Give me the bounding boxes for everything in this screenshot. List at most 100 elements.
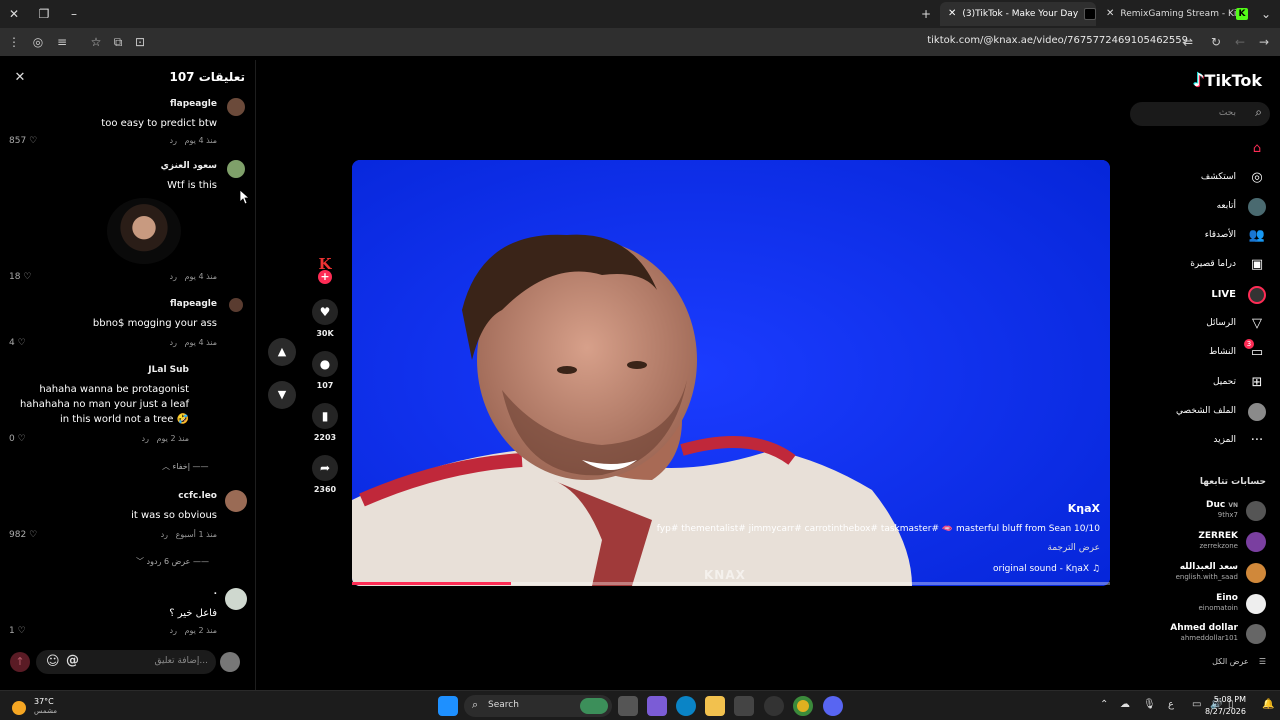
tab-kick[interactable]: ✕ RemixGaming Stream - Kick Da bbox=[1098, 2, 1250, 26]
microphone-icon[interactable]: 🎙 bbox=[1143, 699, 1156, 710]
sidebar-item-activity[interactable]: ▭ 3 النشاط bbox=[1146, 339, 1266, 363]
tray-chevron-icon[interactable]: ⌃ bbox=[1100, 699, 1108, 710]
copilot-icon[interactable] bbox=[647, 696, 667, 716]
sidebar-item-messages[interactable]: ▽ الرسائل bbox=[1146, 314, 1266, 334]
site-settings-icon[interactable]: ⇌ bbox=[1180, 34, 1196, 50]
hide-replies-button[interactable]: ︿ إخفاء —— bbox=[162, 461, 209, 472]
extensions-icon[interactable]: ◎ bbox=[30, 34, 46, 50]
video-sound-link[interactable]: original sound - KηaX ♫ bbox=[993, 564, 1100, 574]
following-account[interactable]: Duc VN 9thx7 bbox=[1126, 499, 1266, 523]
reply-link[interactable]: رد bbox=[142, 434, 149, 443]
back-icon[interactable]: → bbox=[1256, 34, 1272, 50]
store-icon[interactable] bbox=[734, 696, 754, 716]
menu-dots-icon[interactable]: ⋮ bbox=[6, 34, 22, 50]
network-icon[interactable]: ▭ bbox=[1192, 699, 1201, 710]
tiktok-logo[interactable]: ♪TikTok bbox=[1189, 70, 1262, 91]
video-player[interactable]: KηaX fyp# thementalist# jimmycarr# carro… bbox=[352, 160, 1110, 586]
following-account[interactable]: Ahmed dollar ahmeddollar101 bbox=[1126, 622, 1266, 646]
comment-input[interactable]: ☺ @ إضافة تعليق... bbox=[36, 650, 216, 674]
following-account[interactable]: Eino einomatoin bbox=[1126, 592, 1266, 616]
see-all-following-link[interactable]: عرض الكل ☰ bbox=[1212, 657, 1266, 666]
reply-link[interactable]: رد bbox=[170, 338, 177, 347]
tab-list-chevron-icon[interactable]: ⌄ bbox=[1258, 6, 1274, 22]
avatar[interactable] bbox=[227, 98, 245, 116]
input-language[interactable]: ع bbox=[1168, 699, 1174, 710]
window-minimize-icon[interactable]: – bbox=[66, 6, 82, 22]
video-progress-bar[interactable] bbox=[352, 582, 1110, 585]
search-input[interactable]: بحث ⌕ bbox=[1130, 102, 1270, 126]
video-author-handle[interactable]: KηaX bbox=[1068, 502, 1100, 515]
share-page-icon[interactable]: ⊡ bbox=[132, 34, 148, 50]
notification-bell-icon[interactable]: 🔔 bbox=[1262, 699, 1274, 710]
sidebar-item-upload[interactable]: ⊞ تحميل bbox=[1146, 373, 1266, 393]
comment-author[interactable]: سعود العنزي bbox=[161, 161, 217, 171]
file-explorer-icon[interactable] bbox=[705, 696, 725, 716]
comment-author[interactable]: ccfc.leo bbox=[178, 491, 217, 501]
new-tab-icon[interactable]: + bbox=[918, 6, 934, 22]
comment-like-button[interactable]: 1 ♡ bbox=[9, 626, 26, 636]
mention-button[interactable]: @ bbox=[66, 653, 79, 668]
comment-like-button[interactable]: 857 ♡ bbox=[9, 136, 37, 146]
creator-avatar[interactable]: K + bbox=[313, 252, 337, 284]
reply-link[interactable]: رد bbox=[170, 626, 177, 635]
system-clock[interactable]: 5:08 PM 8/27/2026 bbox=[1205, 694, 1246, 718]
share-button[interactable]: ➦ 2360 bbox=[312, 455, 338, 494]
tab-close-icon[interactable]: ✕ bbox=[948, 8, 956, 19]
comment-like-button[interactable]: 982 ♡ bbox=[9, 530, 37, 540]
sidebar-item-home[interactable]: ⌂ bbox=[1146, 139, 1266, 159]
save-button[interactable]: ▮ 2203 bbox=[312, 403, 338, 442]
comment-like-button[interactable]: 18 ♡ bbox=[9, 272, 31, 282]
window-close-icon[interactable]: ✕ bbox=[6, 6, 22, 22]
sidebar-item-short-drama[interactable]: ▣ دراما قصيرة bbox=[1146, 255, 1266, 275]
avatar[interactable] bbox=[225, 490, 247, 512]
comment-like-button[interactable]: 4 ♡ bbox=[9, 338, 26, 348]
previous-video-button[interactable]: ▲ bbox=[268, 338, 296, 366]
sidebar-item-profile[interactable]: الملف الشخصي bbox=[1146, 402, 1266, 422]
comments-button[interactable]: ● 107 bbox=[312, 351, 338, 390]
edge-icon[interactable] bbox=[676, 696, 696, 716]
close-comments-icon[interactable]: ✕ bbox=[12, 70, 28, 86]
bookmark-star-icon[interactable]: ☆ bbox=[88, 34, 104, 50]
sidebar-item-explore[interactable]: ◎ استكشف bbox=[1146, 168, 1266, 188]
avatar[interactable] bbox=[227, 160, 245, 178]
following-account[interactable]: ZERREK zerrekzone bbox=[1126, 530, 1266, 554]
reply-link[interactable]: رد bbox=[170, 136, 177, 145]
start-windows-icon[interactable] bbox=[438, 696, 458, 716]
sidebar-item-live[interactable]: LIVE bbox=[1146, 285, 1266, 305]
discord-icon[interactable] bbox=[823, 696, 843, 716]
chrome-icon[interactable] bbox=[793, 696, 813, 716]
sidebar-item-more[interactable]: ··· المزيد bbox=[1146, 431, 1266, 451]
like-button[interactable]: ♥ 30K bbox=[312, 299, 338, 338]
task-view-icon[interactable] bbox=[618, 696, 638, 716]
following-account[interactable]: سعد العبدالله english.with_saad bbox=[1126, 561, 1266, 585]
avatar[interactable] bbox=[229, 298, 243, 312]
comment-author[interactable]: flapeagle bbox=[170, 99, 217, 109]
forward-icon[interactable]: ← bbox=[1232, 34, 1248, 50]
tab-close-icon[interactable]: ✕ bbox=[1106, 8, 1114, 19]
tab-tiktok[interactable]: ✕ (3)TikTok - Make Your Day bbox=[940, 2, 1096, 26]
install-app-icon[interactable]: ⧉ bbox=[110, 34, 126, 50]
sidebar-item-following[interactable]: أتابعه bbox=[1146, 197, 1266, 217]
reply-link[interactable]: رد bbox=[161, 530, 168, 539]
send-comment-button[interactable]: ↑ bbox=[10, 652, 30, 672]
reading-list-icon[interactable]: ≡ bbox=[54, 34, 70, 50]
emoji-icon[interactable]: ☺ bbox=[46, 654, 60, 669]
comment-author[interactable]: flapeagle bbox=[170, 299, 217, 309]
home-icon: ⌂ bbox=[1252, 141, 1262, 156]
follow-plus-icon[interactable]: + bbox=[318, 270, 332, 284]
reply-link[interactable]: رد bbox=[170, 272, 177, 281]
comment-author[interactable]: . bbox=[214, 587, 217, 597]
onedrive-icon[interactable]: ☁ bbox=[1120, 699, 1130, 710]
avatar[interactable] bbox=[225, 588, 247, 610]
sidebar-item-friends[interactable]: 👥 الأصدقاء bbox=[1146, 226, 1266, 246]
window-restore-icon[interactable]: ❐ bbox=[36, 6, 52, 22]
see-translation-link[interactable]: عرض الترجمة bbox=[1047, 543, 1100, 553]
view-replies-button[interactable]: ﹀ عرض 6 ردود —— bbox=[136, 556, 209, 567]
avatar bbox=[1246, 594, 1266, 614]
comment-author[interactable]: JLal Sub bbox=[148, 365, 189, 375]
comment-like-button[interactable]: 0 ♡ bbox=[9, 434, 26, 444]
tiktok-app-icon[interactable] bbox=[764, 696, 784, 716]
reload-icon[interactable]: ↻ bbox=[1208, 34, 1224, 50]
next-video-button[interactable]: ▼ bbox=[268, 381, 296, 409]
url-field[interactable]: tiktok.com/@knax.ae/video/76757724691054… bbox=[927, 35, 1188, 46]
